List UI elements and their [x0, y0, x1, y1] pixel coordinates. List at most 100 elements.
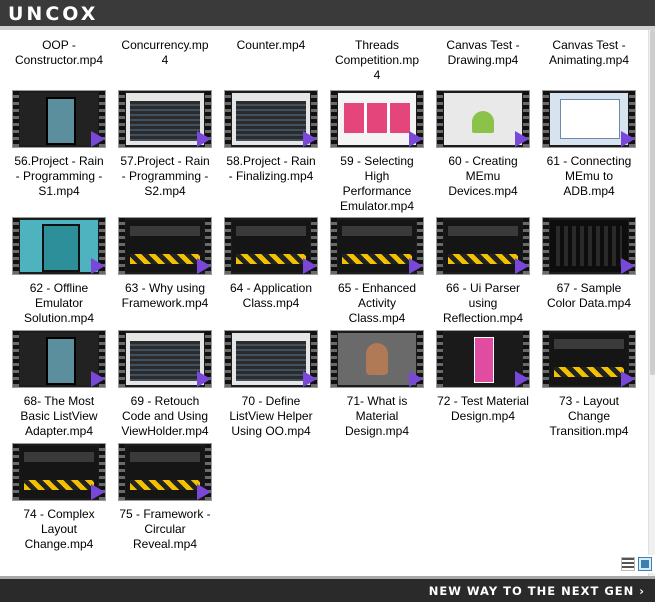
- large-icons-view-icon[interactable]: [638, 557, 652, 571]
- film-strip-icon: [331, 91, 337, 147]
- thumbnail-frame: [444, 93, 522, 145]
- video-thumbnail: [12, 217, 106, 275]
- film-strip-icon: [225, 91, 231, 147]
- details-view-icon[interactable]: [621, 557, 635, 571]
- film-strip-icon: [225, 331, 231, 387]
- play-icon: [515, 371, 529, 387]
- file-item[interactable]: 57.Project - Rain - Programming - S2.mp4: [115, 90, 215, 199]
- thumbnail-frame: [550, 93, 628, 145]
- file-name-label: 62 - Offline Emulator Solution.mp4: [23, 281, 95, 325]
- play-icon: [91, 258, 105, 274]
- file-item[interactable]: 56.Project - Rain - Programming - S1.mp4: [9, 90, 109, 199]
- video-thumbnail: [224, 90, 318, 148]
- file-name-label: 60 - Creating MEmu Devices.mp4: [448, 154, 518, 198]
- file-name-label: 67 - Sample Color Data.mp4: [546, 281, 632, 310]
- play-icon: [91, 131, 105, 147]
- file-name-label: 66 - Ui Parser using Reflection.mp4: [442, 281, 524, 325]
- file-item[interactable]: Concurrency.mp 4: [115, 38, 215, 68]
- thumbnail-frame: [550, 220, 628, 272]
- video-thumbnail: [12, 330, 106, 388]
- film-strip-icon: [543, 91, 549, 147]
- file-name-label: OOP - Constructor.mp4: [14, 38, 104, 67]
- file-name-label: Threads Competition.mp 4: [334, 38, 420, 82]
- file-item[interactable]: 60 - Creating MEmu Devices.mp4: [433, 90, 533, 199]
- thumbnail-frame: [232, 220, 310, 272]
- file-name-label: 72 - Test Material Design.mp4: [437, 394, 529, 423]
- file-name-label: 73 - Layout Change Transition.mp4: [549, 394, 629, 438]
- play-icon: [197, 258, 211, 274]
- thumbnail-frame: [338, 93, 416, 145]
- video-thumbnail: [542, 90, 636, 148]
- play-icon: [409, 258, 423, 274]
- file-name-label: 61 - Connecting MEmu to ADB.mp4: [546, 154, 632, 198]
- thumbnail-frame: [550, 333, 628, 385]
- file-name-label: 74 - Complex Layout Change.mp4: [23, 507, 95, 551]
- file-name-label: 57.Project - Rain - Programming - S2.mp4: [120, 154, 210, 198]
- thumbnail-frame: [126, 93, 204, 145]
- film-strip-icon: [13, 218, 19, 274]
- file-item[interactable]: 74 - Complex Layout Change.mp4: [9, 443, 109, 552]
- file-item[interactable]: Threads Competition.mp 4: [327, 38, 427, 83]
- file-item[interactable]: Canvas Test - Drawing.mp4: [433, 38, 533, 68]
- thumbnail-frame: [126, 333, 204, 385]
- play-icon: [197, 484, 211, 500]
- file-grid: OOP - Constructor.mp4 Concurrency.mp 4 Count…: [0, 30, 648, 576]
- file-name-label: Canvas Test - Drawing.mp4: [446, 38, 520, 67]
- thumbnail-frame: [20, 93, 98, 145]
- film-strip-icon: [331, 218, 337, 274]
- file-item[interactable]: 65 - Enhanced Activity Class.mp4: [327, 217, 427, 326]
- file-name-label: 58.Project - Rain - Finalizing.mp4: [226, 154, 316, 183]
- file-item[interactable]: 73 - Layout Change Transition.mp4: [539, 330, 639, 439]
- scrollbar-thumb[interactable]: [650, 30, 655, 375]
- video-thumbnail: [118, 90, 212, 148]
- thumbnail-frame: [20, 333, 98, 385]
- video-thumbnail: [542, 217, 636, 275]
- file-item[interactable]: 72 - Test Material Design.mp4: [433, 330, 533, 424]
- film-strip-icon: [13, 444, 19, 500]
- file-item[interactable]: 62 - Offline Emulator Solution.mp4: [9, 217, 109, 326]
- file-item[interactable]: 64 - Application Class.mp4: [221, 217, 321, 311]
- vertical-scrollbar[interactable]: [648, 30, 655, 576]
- file-name-label: 75 - Framework - Circular Reveal.mp4: [119, 507, 211, 551]
- thumbnail-frame: [444, 220, 522, 272]
- footer-bar: NEW WAY TO THE NEXT GEN ›: [0, 576, 655, 602]
- file-name-label: 63 - Why using Framework.mp4: [121, 281, 209, 310]
- file-item[interactable]: 58.Project - Rain - Finalizing.mp4: [221, 90, 321, 184]
- play-icon: [515, 131, 529, 147]
- video-thumbnail: [542, 330, 636, 388]
- file-item[interactable]: OOP - Constructor.mp4: [9, 38, 109, 68]
- file-item[interactable]: 61 - Connecting MEmu to ADB.mp4: [539, 90, 639, 199]
- file-name-label: 59 - Selecting High Performance Emulator.mp…: [339, 154, 415, 213]
- thumbnail-frame: [444, 333, 522, 385]
- file-item[interactable]: 68- The Most Basic ListView Adapter.mp4: [9, 330, 109, 439]
- thumbnail-frame: [338, 333, 416, 385]
- file-item[interactable]: Canvas Test - Animating.mp4: [539, 38, 639, 68]
- thumbnail-frame: [20, 446, 98, 498]
- film-strip-icon: [543, 331, 549, 387]
- file-item[interactable]: 75 - Framework - Circular Reveal.mp4: [115, 443, 215, 552]
- file-item[interactable]: 66 - Ui Parser using Reflection.mp4: [433, 217, 533, 326]
- file-item[interactable]: 67 - Sample Color Data.mp4: [539, 217, 639, 311]
- file-item[interactable]: 70 - Define ListView Helper Using OO.mp4: [221, 330, 321, 439]
- file-item[interactable]: Counter.mp4: [221, 38, 321, 53]
- video-thumbnail: [12, 90, 106, 148]
- play-icon: [91, 371, 105, 387]
- file-item[interactable]: 71- What is Material Design.mp4: [327, 330, 427, 439]
- thumbnail-frame: [126, 220, 204, 272]
- video-thumbnail: [12, 443, 106, 501]
- video-thumbnail: [436, 90, 530, 148]
- play-icon: [409, 131, 423, 147]
- thumbnail-frame: [20, 220, 98, 272]
- film-strip-icon: [225, 218, 231, 274]
- file-item[interactable]: 59 - Selecting High Performance Emulator.mp…: [327, 90, 427, 214]
- footer-tagline: NEW WAY TO THE NEXT GEN ›: [428, 584, 645, 598]
- file-name-label: 65 - Enhanced Activity Class.mp4: [337, 281, 417, 325]
- file-item[interactable]: 63 - Why using Framework.mp4: [115, 217, 215, 311]
- file-item[interactable]: 69 - Retouch Code and Using ViewHolder.mp4: [115, 330, 215, 439]
- film-strip-icon: [119, 218, 125, 274]
- film-strip-icon: [437, 91, 443, 147]
- video-thumbnail: [118, 443, 212, 501]
- view-switcher: [621, 555, 655, 573]
- thumbnail-frame: [232, 333, 310, 385]
- title-bar: UNCOX: [0, 0, 655, 30]
